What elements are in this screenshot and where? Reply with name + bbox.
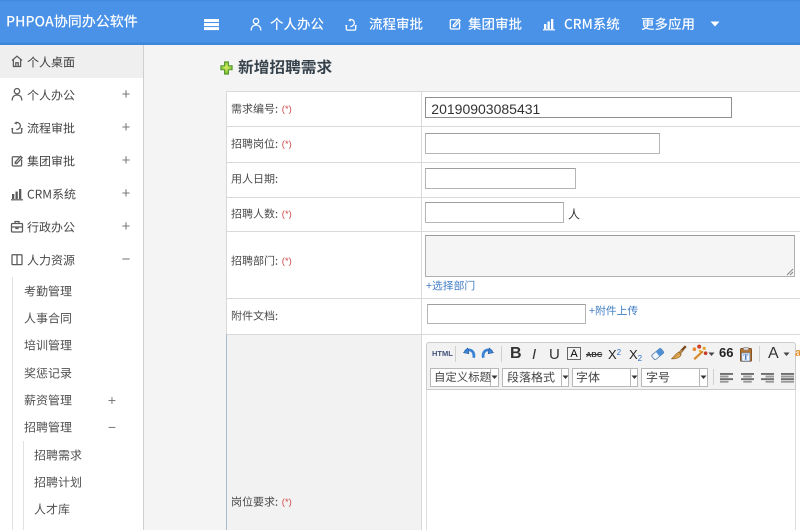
- svg-text:T: T: [743, 353, 748, 362]
